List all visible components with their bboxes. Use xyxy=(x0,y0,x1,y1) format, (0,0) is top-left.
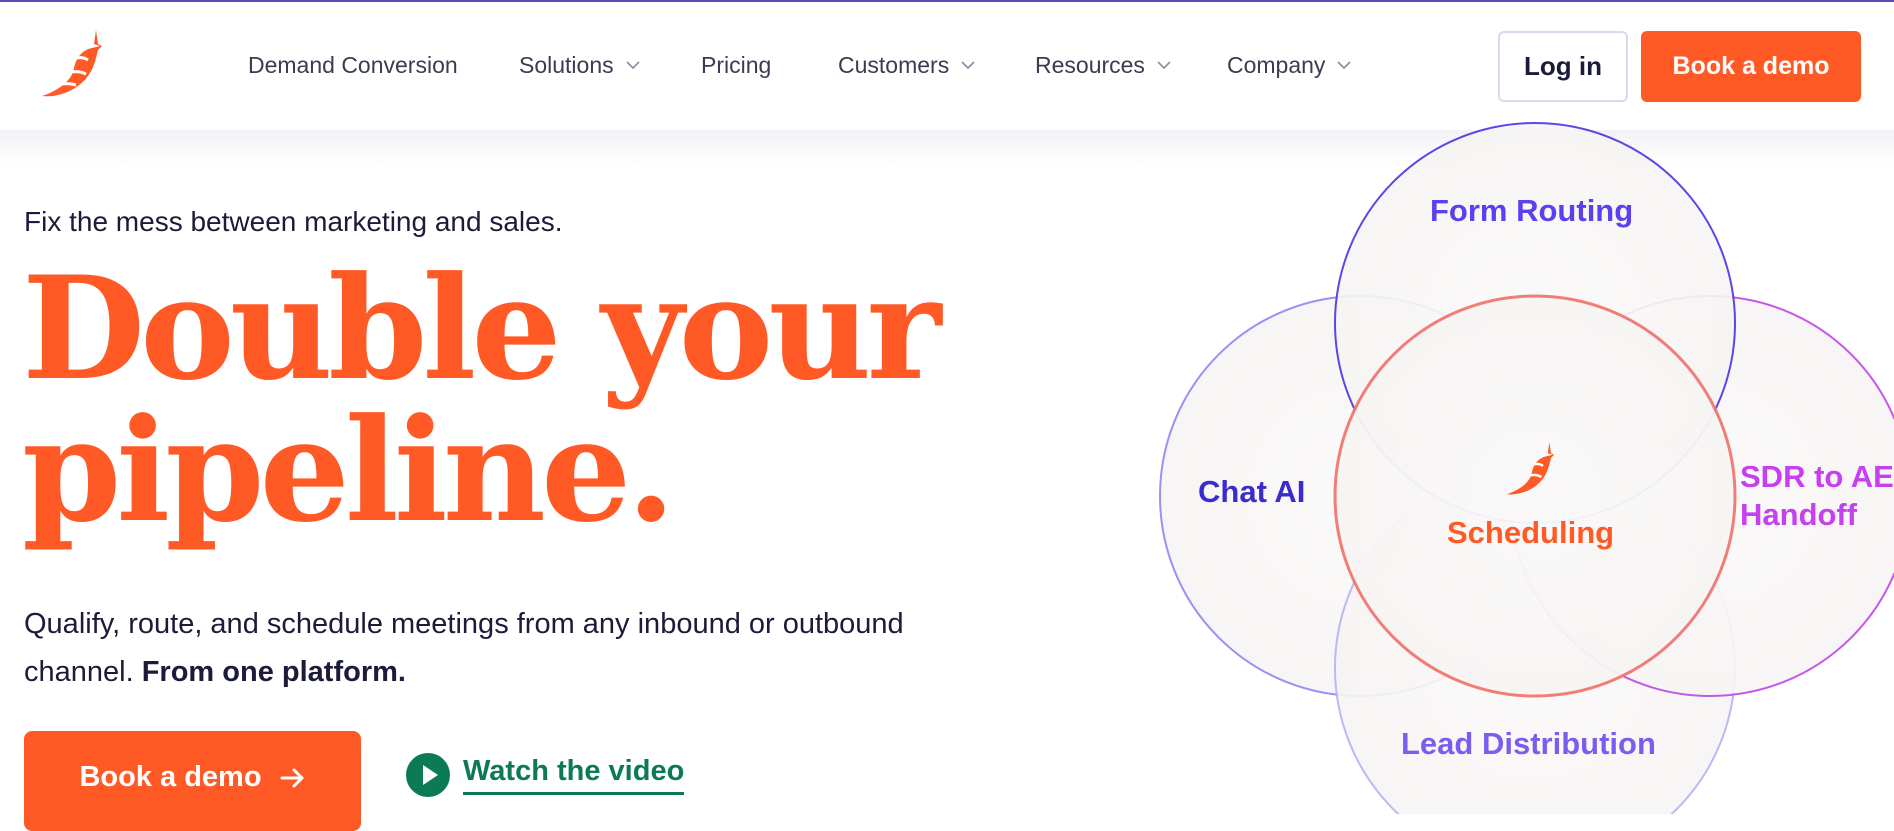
venn-label-form-routing[interactable]: Form Routing xyxy=(1430,192,1633,230)
venn-label-scheduling[interactable]: Scheduling xyxy=(1447,514,1614,552)
venn-label-sdr-ae-handoff[interactable]: SDR to AE Handoff xyxy=(1740,458,1894,534)
arrow-right-icon xyxy=(280,768,304,788)
nav-demand-conversion-label: Demand Conversion xyxy=(248,52,458,78)
book-demo-header-button[interactable]: Book a demo xyxy=(1641,31,1861,102)
venn-label-lead-distribution[interactable]: Lead Distribution xyxy=(1401,725,1656,763)
chili-pepper-icon xyxy=(1506,442,1555,495)
hero-headline: Double your pipeline. xyxy=(22,246,941,554)
hero-eyebrow: Fix the mess between marketing and sales… xyxy=(24,206,563,237)
nav-solutions-label: Solutions xyxy=(519,52,614,78)
nav-company[interactable]: Company xyxy=(1227,52,1352,79)
chevron-down-icon xyxy=(626,61,640,70)
nav-pricing[interactable]: Pricing xyxy=(701,52,771,79)
venn-label-chat-ai[interactable]: Chat AI xyxy=(1198,473,1305,511)
venn-label-sdr-line2: Handoff xyxy=(1740,497,1858,532)
chevron-down-icon xyxy=(961,61,975,70)
nav-solutions[interactable]: Solutions xyxy=(519,52,640,79)
chevron-down-icon xyxy=(1337,61,1352,70)
nav-company-label: Company xyxy=(1227,52,1326,78)
login-button[interactable]: Log in xyxy=(1498,31,1628,102)
play-icon xyxy=(406,753,450,797)
hero-headline-line2: pipeline. xyxy=(22,388,676,554)
nav-resources-label: Resources xyxy=(1035,52,1145,78)
venn-label-sdr-line1: SDR to AE xyxy=(1740,459,1894,494)
book-demo-hero-button[interactable]: Book a demo xyxy=(24,731,361,831)
watch-video-link[interactable]: Watch the video xyxy=(405,752,685,798)
nav-resources[interactable]: Resources xyxy=(1035,52,1171,79)
nav-pricing-label: Pricing xyxy=(701,52,772,78)
book-demo-hero-label: Book a demo xyxy=(79,761,262,793)
hero-subtext: Qualify, route, and schedule meetings fr… xyxy=(24,600,1004,696)
hero-subtext-bold: From one platform. xyxy=(141,656,406,688)
watch-video-label: Watch the video xyxy=(463,755,685,795)
nav-customers[interactable]: Customers xyxy=(838,52,975,79)
nav-demand-conversion[interactable]: Demand Conversion xyxy=(248,52,458,79)
hero-headline-line1: Double your xyxy=(22,246,941,412)
nav-customers-label: Customers xyxy=(838,52,950,78)
site-header: Demand Conversion Solutions Pricing Cust… xyxy=(0,2,1894,130)
chevron-down-icon xyxy=(1157,61,1171,70)
